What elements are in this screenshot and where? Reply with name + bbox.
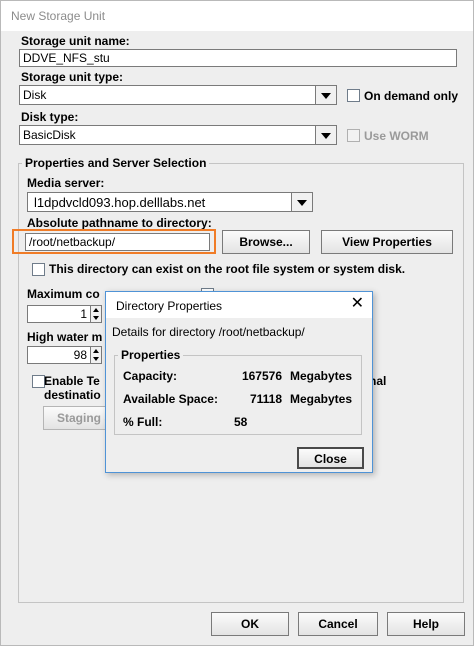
root-fs-checkbox-label: This directory can exist on the root fil… [49,262,406,276]
chevron-down-icon[interactable] [315,86,336,104]
enable-staging-label: Enable Te [44,374,100,388]
cancel-button[interactable]: Cancel [298,612,378,636]
close-button[interactable]: Close [297,447,364,469]
storage-unit-name-input[interactable]: DDVE_NFS_stu [19,49,457,67]
chevron-down-icon[interactable] [315,126,336,144]
chevron-down-icon[interactable] [291,193,312,211]
high-water-mark-spinner[interactable]: 98 [27,346,103,364]
enable-staging-label-line2: destinatio [44,388,101,402]
browse-button[interactable]: Browse... [222,230,310,254]
help-button[interactable]: Help [387,612,465,636]
abs-path-label: Absolute pathname to directory: [27,216,212,230]
spinner-arrows-icon[interactable] [90,305,102,323]
storage-unit-type-label: Storage unit type: [21,70,124,84]
close-icon[interactable]: ✕ [351,295,364,313]
close-button-label: Close [314,452,347,466]
high-water-mark-label: High water m [27,330,103,344]
media-server-select[interactable]: l1dpdvcld093.hop.delllabs.net [27,192,313,212]
view-properties-button[interactable]: View Properties [321,230,453,254]
dialog-title: Directory Properties [116,299,223,313]
cancel-button-label: Cancel [318,617,358,631]
use-worm-label: Use WORM [364,129,429,143]
directory-properties-dialog: Directory Properties ✕ Details for direc… [105,291,373,473]
dialog-details-text: Details for directory /root/netbackup/ [112,325,305,339]
on-demand-only-checkbox[interactable] [347,89,360,102]
disk-type-select[interactable]: BasicDisk [19,125,337,145]
dialog-properties-legend: Properties [118,348,184,362]
properties-group-legend: Properties and Server Selection [22,156,210,170]
abs-path-input[interactable]: /root/netbackup/ [25,233,210,251]
title-bar: New Storage Unit [1,1,473,31]
new-storage-unit-window: New Storage Unit Storage unit name: DDVE… [0,0,474,646]
media-server-label: Media server: [27,176,105,190]
available-space-label: Available Space: [123,392,218,406]
storage-unit-type-select[interactable]: Disk [19,85,337,105]
use-worm-checkbox[interactable] [347,129,360,142]
help-button-label: Help [412,617,439,631]
dialog-title-bar: Directory Properties ✕ [106,292,372,318]
percent-full-label: % Full: [123,415,163,429]
browse-button-label: Browse... [239,235,293,249]
storage-unit-name-label: Storage unit name: [21,34,130,48]
available-space-value: 71118 [249,392,282,406]
high-water-mark-value[interactable]: 98 [27,346,91,364]
media-server-value: l1dpdvcld093.hop.delllabs.net [34,195,206,210]
root-fs-checkbox[interactable] [32,263,45,276]
disk-type-value: BasicDisk [23,128,76,142]
maximum-concurrent-spinner[interactable]: 1 [27,305,103,323]
disk-type-label: Disk type: [21,110,79,124]
capacity-label: Capacity: [123,369,178,383]
on-demand-only-label: On demand only [364,89,459,103]
available-space-unit: Megabytes [290,392,353,406]
capacity-value: 167576 [241,369,282,383]
percent-full-value: 58 [234,415,248,429]
window-title: New Storage Unit [11,9,106,23]
ok-button[interactable]: OK [211,612,289,636]
maximum-concurrent-label: Maximum co [27,287,100,301]
view-properties-button-label: View Properties [342,235,432,249]
ok-button-label: OK [241,617,259,631]
maximum-concurrent-value[interactable]: 1 [27,305,91,323]
storage-unit-type-value: Disk [23,88,47,102]
capacity-unit: Megabytes [290,369,353,383]
spinner-arrows-icon[interactable] [90,346,102,364]
